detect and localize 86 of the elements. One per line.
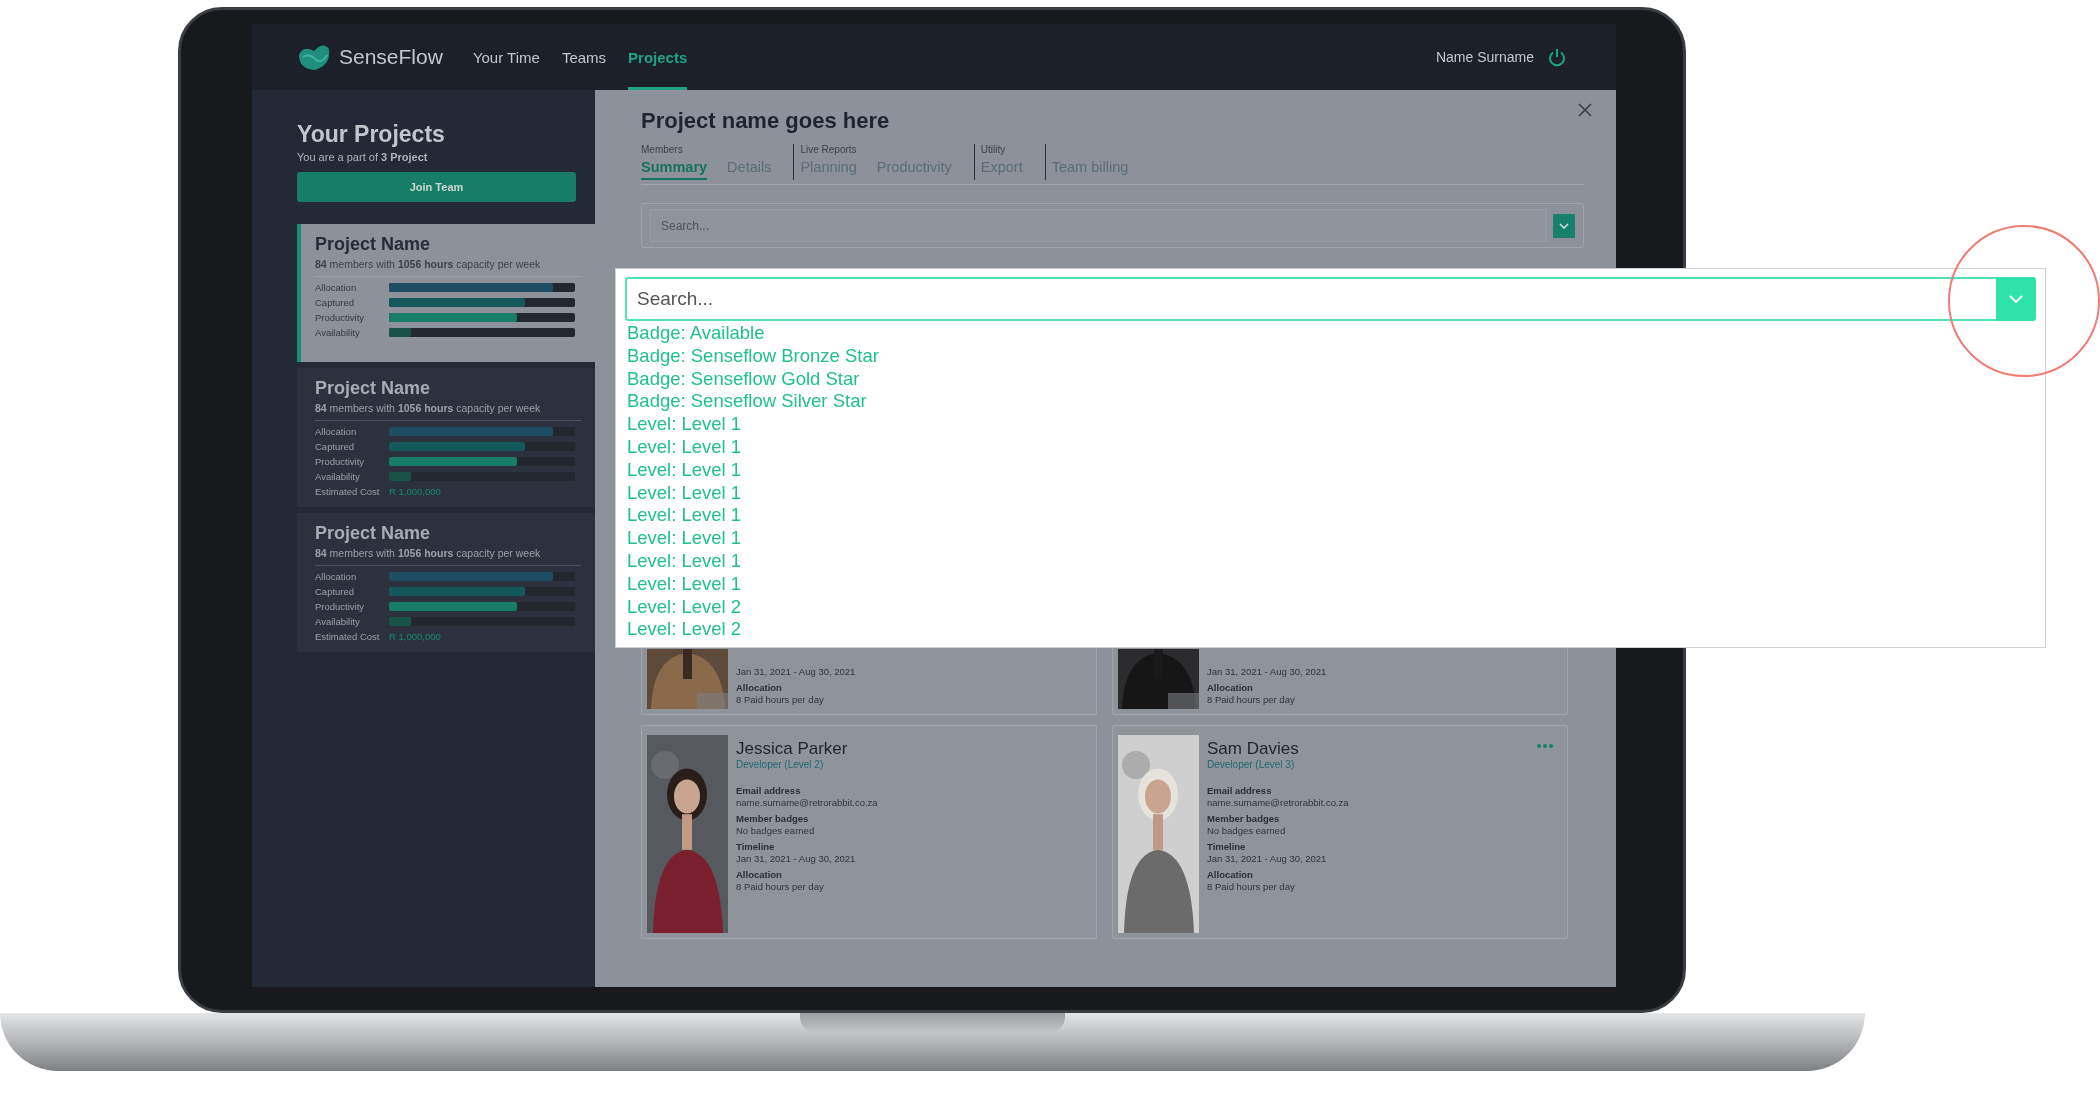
metric-label: Captured <box>315 297 356 308</box>
dropdown-option[interactable]: Badge: Senseflow Gold Star <box>625 367 2036 391</box>
field-value: name.surname@retrorabbit.co.za <box>736 797 878 808</box>
logo-icon <box>297 43 331 71</box>
metric-label: Allocation <box>315 571 358 582</box>
sidebar-title: Your Projects <box>297 121 446 148</box>
join-team-button[interactable]: Join Team <box>297 172 576 202</box>
field-value: name.surname@retrorabbit.co.za <box>1207 797 1349 808</box>
field-label: Allocation <box>1207 869 1254 880</box>
dropdown-option[interactable]: Level: Level 2 <box>625 595 2036 619</box>
field-value: Jan 31, 2021 - Aug 30, 2021 <box>1207 666 1327 677</box>
more-icon[interactable] <box>1537 744 1553 748</box>
dropdown-search-field[interactable]: Search... <box>625 277 1996 321</box>
metric-label: Productivity <box>315 456 366 467</box>
dropdown-option[interactable]: Badge: Senseflow Bronze Star <box>625 344 2036 368</box>
chevron-down-icon <box>2009 295 2023 303</box>
search-field[interactable]: Search... <box>650 209 1547 242</box>
project-name: Project Name <box>315 378 432 399</box>
field-value: Jan 31, 2021 - Aug 30, 2021 <box>1207 853 1328 864</box>
metric-label: Productivity <box>315 601 366 612</box>
user-name[interactable]: Name Surname <box>1435 49 1534 65</box>
project-name: Project Name <box>315 523 432 544</box>
metric-label: Productivity <box>315 312 366 323</box>
tab-group-caption: Utility <box>980 144 1007 157</box>
dropdown-option[interactable]: Level: Level 1 <box>625 413 2036 436</box>
dropdown-option[interactable]: Level: Level 1 <box>625 481 2036 505</box>
member-name: Jessica Parker <box>736 739 849 759</box>
cost-value: R 1,000,000 <box>389 631 441 642</box>
field-label: Email address <box>1207 785 1273 796</box>
metric-label: Captured <box>315 586 356 597</box>
tab[interactable]: Summary <box>641 157 708 180</box>
brand-name: SenseFlow <box>339 45 443 69</box>
field-label: Timeline <box>736 841 776 852</box>
nav-link[interactable]: Your Time <box>472 24 540 90</box>
metric-label: Availability <box>315 327 361 338</box>
project-name: Project Name <box>315 234 432 255</box>
metric-label: Allocation <box>315 282 358 293</box>
field-label: Timeline <box>1207 841 1247 852</box>
cost-value: R 1,000,000 <box>389 486 441 497</box>
dropdown-option[interactable]: Level: Level 1 <box>625 572 2036 596</box>
chevron-down-icon <box>1559 222 1569 229</box>
metric-label: Availability <box>315 616 361 627</box>
dropdown-option[interactable]: Badge: Senseflow Silver Star <box>625 390 2036 414</box>
field-label: Allocation <box>736 682 783 693</box>
field-value: No badges earned <box>1207 825 1287 836</box>
field-value: Jan 31, 2021 - Aug 30, 2021 <box>736 853 857 864</box>
dropdown-option[interactable]: Level: Level 1 <box>625 436 2036 459</box>
dropdown-option[interactable]: Level: Level 1 <box>625 504 2036 528</box>
tab-group-caption: Members <box>641 144 684 157</box>
member-role: Developer (Level 2) <box>736 759 825 770</box>
project-capacity: 84 members with 1056 hours capacity per week <box>315 547 581 566</box>
metric-label: Allocation <box>315 426 358 437</box>
dropdown-option[interactable]: Level: Level 1 <box>625 458 2036 482</box>
field-value: 8 Paid hours per day <box>1207 881 1296 892</box>
project-card[interactable]: Project Name 84 members with 1056 hours capacity per week Allocation Captured Productivity Availability <box>297 224 595 362</box>
field-value: Jan 31, 2021 - Aug 30, 2021 <box>736 666 856 677</box>
dropdown-option[interactable]: Level: Level 2 <box>625 618 2036 642</box>
field-value: 8 Paid hours per day <box>736 881 825 892</box>
metric-label: Captured <box>315 441 356 452</box>
field-label: Email address <box>736 785 802 796</box>
metric-label: Availability <box>315 471 361 482</box>
field-label: Allocation <box>1207 682 1254 693</box>
project-capacity: 84 members with 1056 hours capacity per week <box>315 402 581 421</box>
dropdown-option[interactable]: Level: Level 1 <box>625 527 2036 550</box>
field-value: No badges earned <box>736 825 816 836</box>
dropdown-option[interactable]: Badge: Available <box>625 322 2036 345</box>
modal-title: Project name goes here <box>641 108 891 134</box>
cost-label: Estimated Cost <box>315 631 381 642</box>
field-value: 8 Paid hours per day <box>736 694 825 705</box>
cost-label: Estimated Cost <box>315 486 381 497</box>
project-capacity: 84 members with 1056 hours capacity per week <box>315 258 581 277</box>
field-label: Member badges <box>736 813 810 824</box>
sidebar-subtitle: You are a part of 3 Project <box>297 151 429 163</box>
nav-link[interactable]: Teams <box>561 24 607 90</box>
dropdown-toggle-button[interactable] <box>1996 277 2036 321</box>
field-label: Member badges <box>1207 813 1281 824</box>
tab-group-caption: Live Reports <box>800 144 858 157</box>
field-value: 8 Paid hours per day <box>1207 694 1296 705</box>
project-card[interactable]: Project Name 84 members with 1056 hours capacity per week Allocation Captured Productivity Availability Estimated Cost R 1,000,000 <box>297 513 595 652</box>
member-role: Developer (Level 3) <box>1207 759 1296 770</box>
member-name: Sam Davies <box>1207 739 1300 759</box>
power-icon[interactable] <box>1548 47 1566 67</box>
project-card[interactable]: Project Name 84 members with 1056 hours capacity per week Allocation Captured Productivity Availability Estimated Cost R 1,000,000 <box>297 368 595 507</box>
field-label: Allocation <box>736 869 783 880</box>
dropdown-option[interactable]: Level: Level 1 <box>625 549 2036 573</box>
dropdown-button[interactable] <box>1553 213 1575 238</box>
